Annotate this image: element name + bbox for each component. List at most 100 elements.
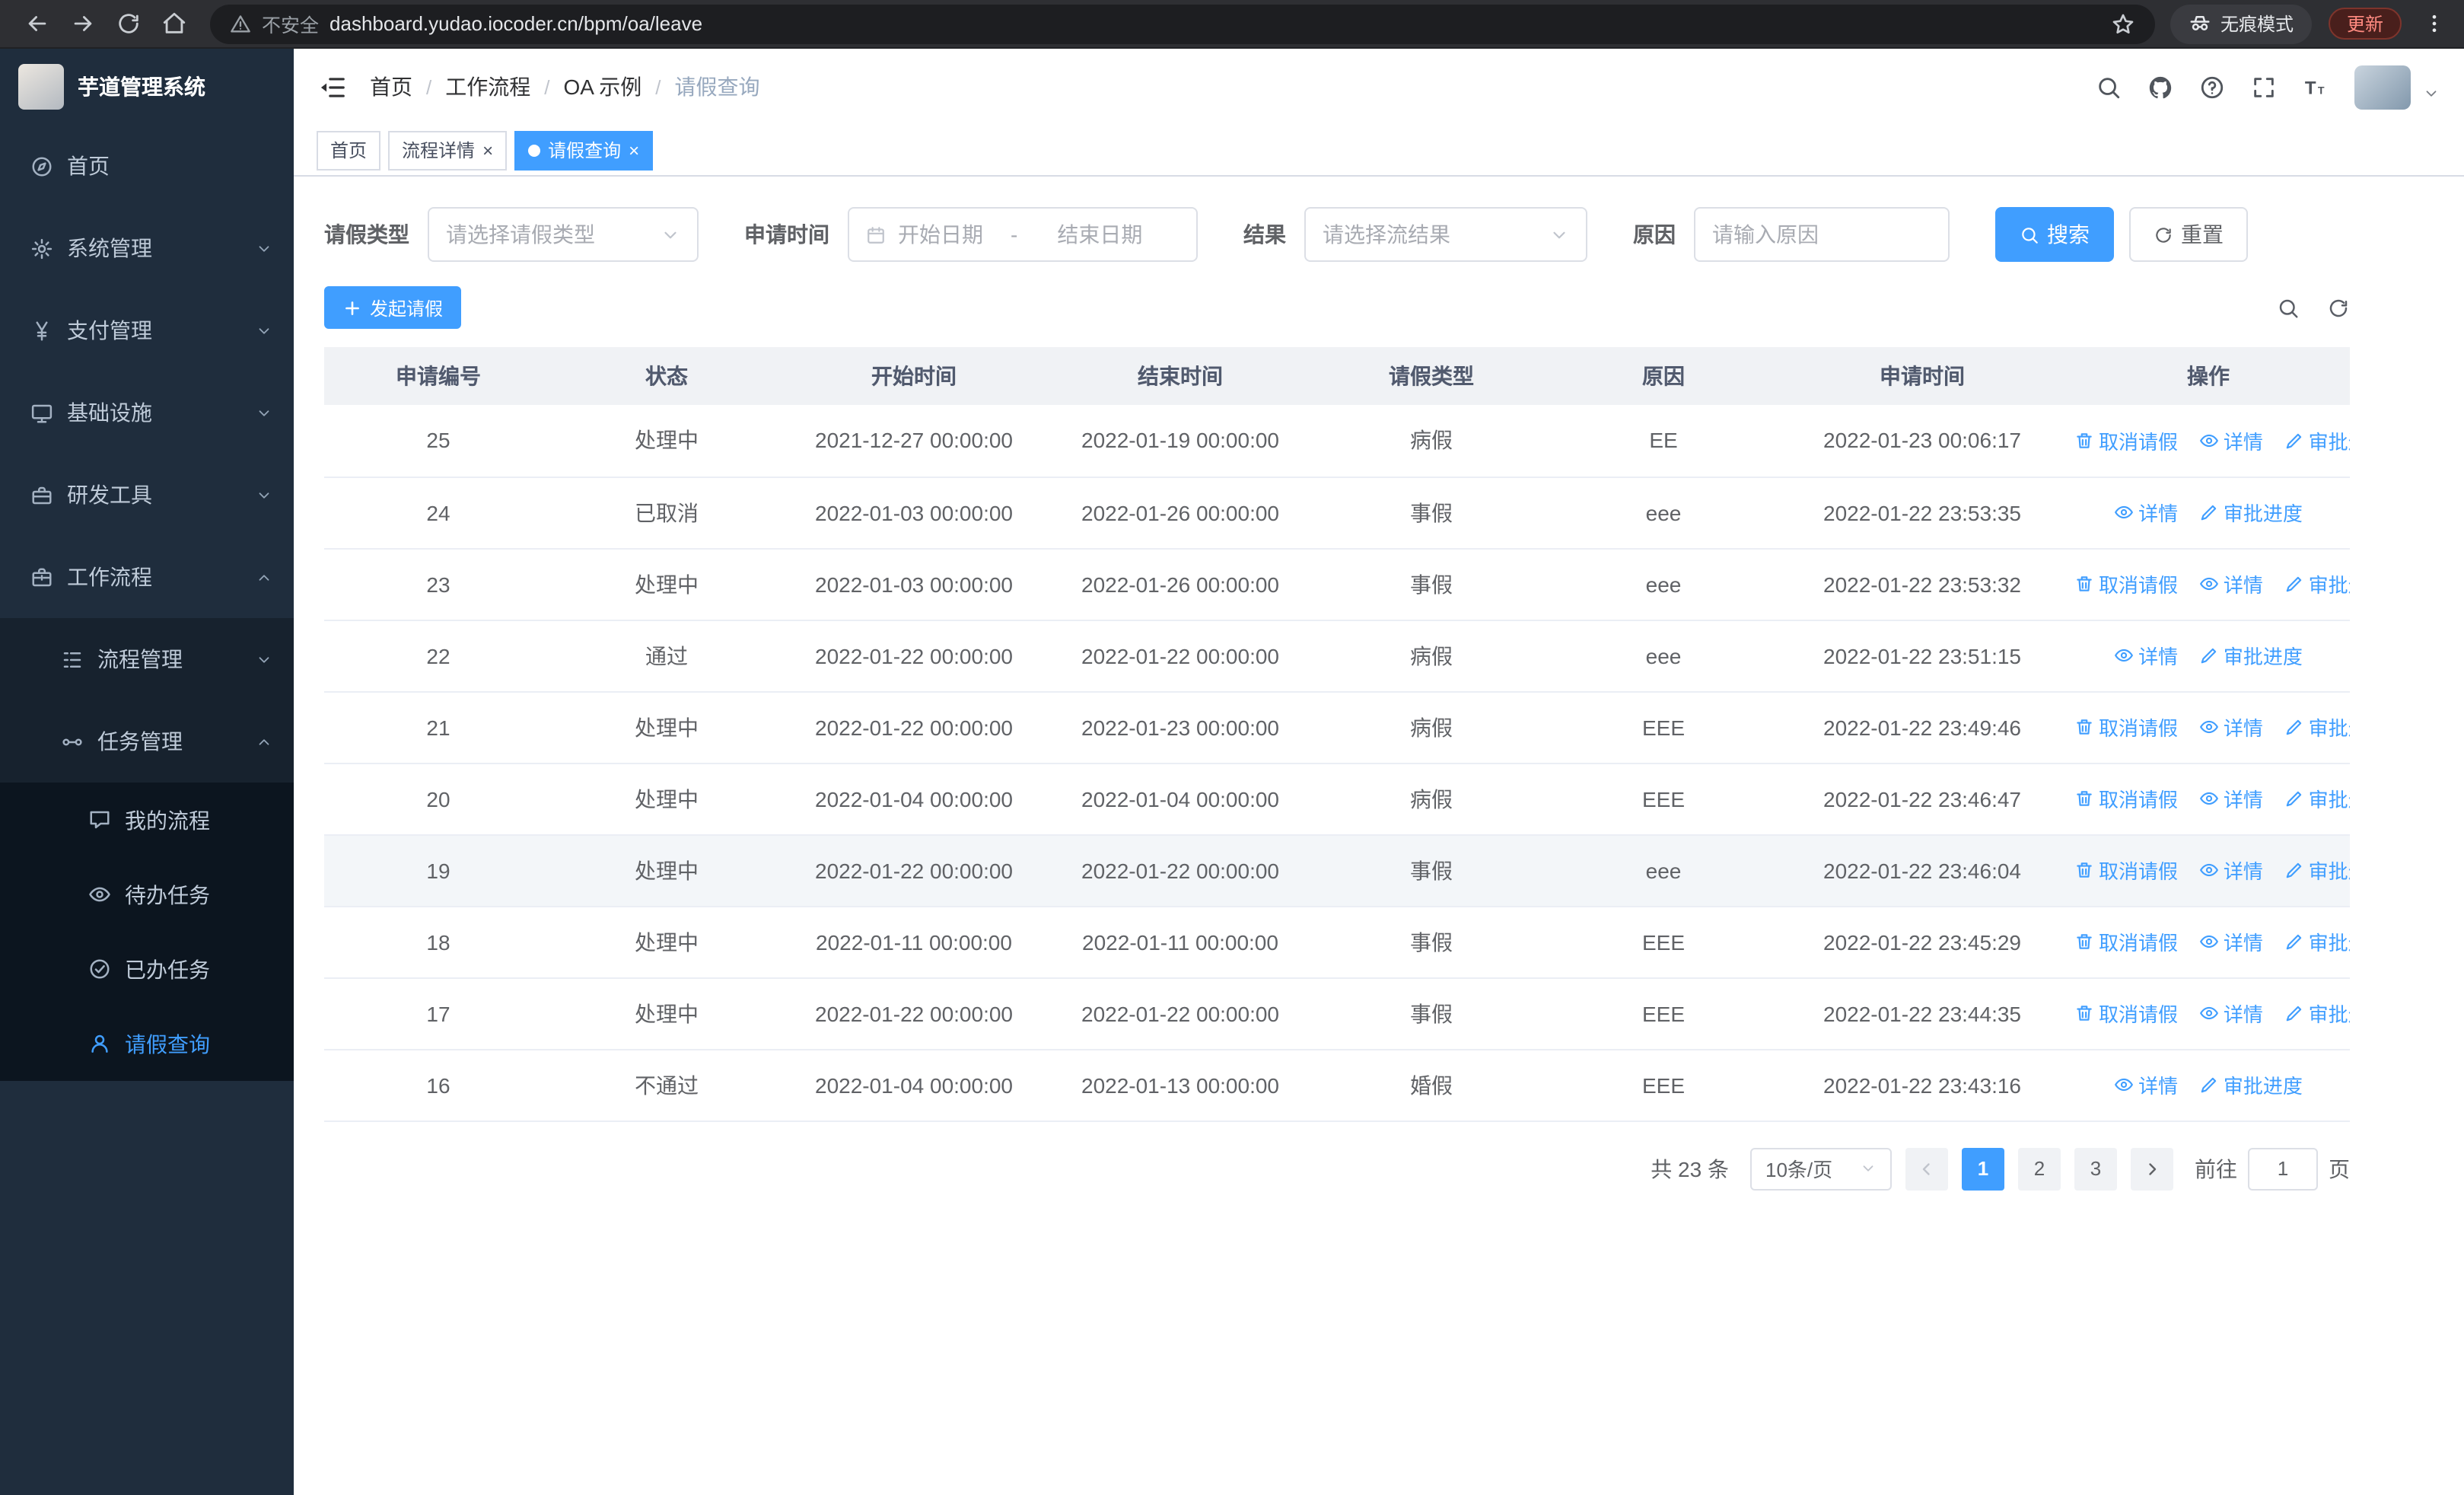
- leave-type-select[interactable]: 请选择请假类型: [428, 207, 699, 262]
- approval-progress-link[interactable]: 审批进度: [2284, 999, 2350, 1028]
- search-button[interactable]: 搜索: [1995, 207, 2114, 262]
- approval-progress-link[interactable]: 审批进度: [2199, 1070, 2303, 1099]
- security-warning-icon[interactable]: [230, 13, 251, 34]
- forward-button[interactable]: [61, 4, 103, 43]
- reload-button[interactable]: [107, 4, 149, 43]
- gear-icon: [30, 237, 53, 260]
- security-label[interactable]: 不安全: [262, 9, 319, 38]
- page-size-select[interactable]: 10条/页: [1750, 1147, 1892, 1190]
- sidebar-item-system-mgmt[interactable]: 系统管理: [0, 207, 294, 289]
- cell-end: 2022-01-23 00:00:00: [1047, 691, 1313, 763]
- back-button[interactable]: [15, 4, 58, 43]
- breadcrumb-separator: /: [426, 75, 432, 98]
- approval-progress-link[interactable]: 审批进度: [2199, 641, 2303, 670]
- page-button-2[interactable]: 2: [2018, 1147, 2061, 1190]
- table-row: 25 处理中 2021-12-27 00:00:00 2022-01-19 00…: [324, 405, 2350, 477]
- reason-input[interactable]: [1694, 207, 1950, 262]
- cell-type: 病假: [1313, 691, 1549, 763]
- approval-progress-link[interactable]: 审批进度: [2284, 569, 2350, 598]
- sidebar-item-dev-tools[interactable]: 研发工具: [0, 454, 294, 536]
- sidebar-item-infrastructure[interactable]: 基础设施: [0, 371, 294, 454]
- reason-label: 原因: [1633, 222, 1676, 247]
- cancel-leave-link[interactable]: 取消请假: [2074, 784, 2178, 813]
- detail-link[interactable]: 详情: [2199, 426, 2263, 455]
- sidebar-item-todo-tasks[interactable]: 待办任务: [0, 857, 294, 932]
- url-bar[interactable]: 不安全 dashboard.yudao.iocoder.cn/bpm/oa/le…: [210, 4, 2155, 43]
- breadcrumb-item-oa-example[interactable]: OA 示例: [564, 72, 642, 102]
- next-page-button[interactable]: [2131, 1147, 2173, 1190]
- page-button-1[interactable]: 1: [1962, 1147, 2004, 1190]
- cancel-leave-link[interactable]: 取消请假: [2074, 569, 2178, 598]
- cancel-leave-link[interactable]: 取消请假: [2074, 856, 2178, 885]
- trash-icon: [2074, 789, 2094, 808]
- approval-progress-link[interactable]: 审批进度: [2284, 856, 2350, 885]
- prev-page-button[interactable]: [1905, 1147, 1948, 1190]
- detail-label: 详情: [2223, 574, 2263, 597]
- page-button-3[interactable]: 3: [2074, 1147, 2117, 1190]
- browser-menu-button[interactable]: [2418, 4, 2449, 43]
- toggle-search-icon[interactable]: [2277, 296, 2300, 319]
- trash-icon: [2074, 1003, 2094, 1023]
- sidebar-item-task-mgmt[interactable]: 任务管理: [0, 700, 294, 783]
- result-select[interactable]: 请选择流结果: [1304, 207, 1587, 262]
- trash-icon: [2074, 932, 2094, 952]
- date-range-picker[interactable]: 开始日期 - 结束日期: [848, 207, 1198, 262]
- approval-progress-link[interactable]: 审批进度: [2284, 927, 2350, 956]
- approval-progress-link[interactable]: 审批进度: [2284, 426, 2350, 455]
- table-row: 22 通过 2022-01-22 00:00:00 2022-01-22 00:…: [324, 620, 2350, 692]
- detail-link[interactable]: 详情: [2114, 498, 2178, 527]
- edit-icon: [2284, 717, 2304, 737]
- fullscreen-icon[interactable]: [2251, 74, 2277, 100]
- home-button[interactable]: [152, 4, 195, 43]
- breadcrumb-item-workflow[interactable]: 工作流程: [445, 72, 530, 102]
- sidebar-item-payment-mgmt[interactable]: 支付管理: [0, 289, 294, 371]
- search-icon[interactable]: [2096, 74, 2122, 100]
- detail-link[interactable]: 详情: [2199, 784, 2263, 813]
- detail-link[interactable]: 详情: [2199, 927, 2263, 956]
- tab-process-detail[interactable]: 流程详情 ×: [388, 130, 508, 170]
- user-avatar[interactable]: [2354, 65, 2411, 109]
- detail-link[interactable]: 详情: [2114, 1070, 2178, 1099]
- approval-progress-link[interactable]: 审批进度: [2199, 498, 2303, 527]
- url-text[interactable]: dashboard.yudao.iocoder.cn/bpm/oa/leave: [329, 12, 702, 35]
- approval-progress-link[interactable]: 审批进度: [2284, 784, 2350, 813]
- approval-progress-label: 审批进度: [2223, 1075, 2303, 1098]
- create-leave-button[interactable]: 发起请假: [324, 286, 462, 329]
- sidebar-collapse-icon[interactable]: [318, 72, 347, 101]
- tab-leave-query[interactable]: 请假查询 ×: [514, 130, 654, 170]
- sidebar-item-leave-query[interactable]: 请假查询: [0, 1006, 294, 1081]
- cancel-leave-link[interactable]: 取消请假: [2074, 927, 2178, 956]
- sidebar-item-home[interactable]: 首页: [0, 125, 294, 207]
- cancel-leave-link[interactable]: 取消请假: [2074, 712, 2178, 741]
- approval-progress-link[interactable]: 审批进度: [2284, 712, 2350, 741]
- help-icon[interactable]: [2199, 74, 2225, 100]
- goto-page-input[interactable]: [2248, 1147, 2318, 1190]
- refresh-table-icon[interactable]: [2327, 296, 2350, 319]
- detail-link[interactable]: 详情: [2199, 856, 2263, 885]
- kebab-menu-icon: [2422, 12, 2445, 35]
- reset-button[interactable]: 重置: [2129, 207, 2248, 262]
- detail-link[interactable]: 详情: [2199, 999, 2263, 1028]
- sidebar-item-done-tasks[interactable]: 已办任务: [0, 932, 294, 1006]
- cancel-leave-link[interactable]: 取消请假: [2074, 999, 2178, 1028]
- detail-link[interactable]: 详情: [2199, 569, 2263, 598]
- bookmark-star-icon[interactable]: [2111, 11, 2135, 36]
- tab-close-icon[interactable]: ×: [629, 141, 639, 159]
- tab-home[interactable]: 首页: [317, 130, 381, 170]
- detail-link[interactable]: 详情: [2199, 712, 2263, 741]
- cancel-leave-link[interactable]: 取消请假: [2074, 426, 2178, 455]
- goto-label: 前往: [2195, 1156, 2237, 1181]
- font-size-icon[interactable]: [2303, 74, 2329, 100]
- table-row: 21 处理中 2022-01-22 00:00:00 2022-01-23 00…: [324, 691, 2350, 763]
- github-icon[interactable]: [2147, 74, 2173, 100]
- detail-link[interactable]: 详情: [2114, 641, 2178, 670]
- avatar-caret-icon[interactable]: [2423, 84, 2440, 101]
- update-button[interactable]: 更新: [2328, 8, 2402, 40]
- sidebar-item-process-mgmt[interactable]: 流程管理: [0, 618, 294, 700]
- sidebar-item-workflow[interactable]: 工作流程: [0, 536, 294, 618]
- home-icon: [161, 11, 186, 37]
- sidebar-item-my-processes[interactable]: 我的流程: [0, 783, 294, 857]
- tab-close-icon[interactable]: ×: [482, 141, 493, 159]
- breadcrumb-item-home[interactable]: 首页: [370, 72, 412, 102]
- cell-id: 17: [324, 977, 552, 1050]
